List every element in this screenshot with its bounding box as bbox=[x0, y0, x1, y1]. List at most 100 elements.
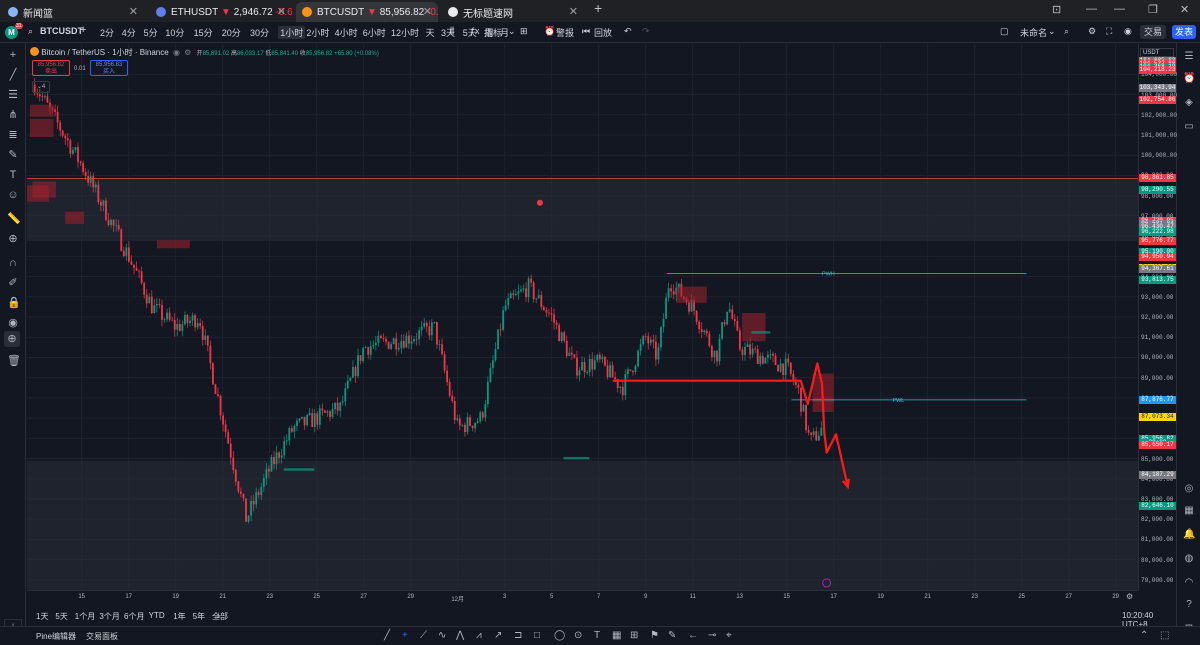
range-button-5[interactable]: YTD bbox=[149, 611, 165, 620]
close-icon[interactable]: ✕ bbox=[129, 5, 138, 18]
table-icon[interactable]: ▦ bbox=[612, 630, 621, 641]
fib-icon[interactable]: ≣ bbox=[7, 129, 19, 141]
brush-icon[interactable]: ✎ bbox=[7, 149, 19, 161]
horizontal-lines-icon[interactable]: ☰ bbox=[7, 89, 19, 101]
magnet-icon[interactable]: ∩ bbox=[7, 257, 19, 269]
redo-icon[interactable]: ↷ bbox=[642, 26, 650, 37]
range-button-0[interactable]: 1天 bbox=[36, 611, 48, 622]
undo-icon[interactable]: ↶ bbox=[624, 26, 632, 37]
fullscreen-icon[interactable]: ⛶ bbox=[1106, 26, 1112, 37]
pattern-icon[interactable]: ⩘ bbox=[476, 630, 482, 641]
close-window-icon[interactable]: ✕ bbox=[1180, 3, 1189, 16]
flag-icon[interactable]: ⚑ bbox=[650, 630, 659, 641]
collapse-indicators-button[interactable]: ⌄4 bbox=[32, 81, 50, 93]
target-icon[interactable]: ◎ bbox=[1183, 483, 1195, 495]
layers-icon[interactable]: ◈ bbox=[1183, 97, 1195, 109]
rectangle-icon[interactable]: □ bbox=[534, 630, 540, 641]
close-icon[interactable]: ✕ bbox=[277, 5, 286, 18]
wave-icon[interactable]: ∿ bbox=[438, 630, 446, 641]
range-button-1[interactable]: 5天 bbox=[55, 611, 67, 622]
trendline-icon[interactable]: ╱ bbox=[7, 69, 19, 81]
zoom-icon[interactable]: ⊕ bbox=[7, 233, 19, 245]
search-icon[interactable]: ⌕ bbox=[28, 26, 33, 37]
interval-2[interactable]: 5分 bbox=[144, 26, 158, 39]
chevron-down-icon[interactable]: ⌄ bbox=[1048, 26, 1056, 37]
path-icon[interactable]: ⟋ bbox=[420, 630, 427, 641]
web-icon[interactable]: ⊕ bbox=[4, 331, 20, 347]
interval-12[interactable]: 天 bbox=[426, 26, 435, 39]
quick-search-icon[interactable]: ⌕ bbox=[1064, 26, 1069, 37]
arrow-icon[interactable]: ↗ bbox=[494, 630, 502, 641]
measure-icon[interactable]: ⊐ bbox=[514, 630, 522, 641]
podcast-icon[interactable]: ◍ bbox=[1183, 553, 1195, 565]
minimize-icon[interactable]: — bbox=[1086, 3, 1097, 15]
collapse-panel-icon[interactable]: ⌃ bbox=[1140, 630, 1148, 641]
sell-button[interactable]: 85,956.82 卖出 bbox=[32, 60, 70, 76]
pine-editor-tab[interactable]: Pine编辑器 bbox=[36, 631, 76, 642]
buy-button[interactable]: 85,956.83 买入 bbox=[90, 60, 128, 76]
restore-window-icon[interactable]: ❐ bbox=[1148, 3, 1158, 16]
close-icon[interactable]: ✕ bbox=[423, 5, 432, 18]
grid-icon[interactable]: ⊞ bbox=[630, 630, 638, 641]
horizontal-line-icon[interactable]: ⊸ bbox=[708, 630, 716, 641]
interval-6[interactable]: 30分 bbox=[250, 26, 269, 39]
compare-symbol-button[interactable]: + bbox=[80, 24, 86, 36]
symbol-search[interactable]: BTCUSDT bbox=[40, 26, 83, 36]
price-chart[interactable]: PWH PWL bbox=[27, 44, 1138, 590]
interval-9[interactable]: 4小时 bbox=[335, 26, 358, 39]
lock-icon[interactable]: 🔒 bbox=[7, 297, 21, 309]
interval-0[interactable]: 2分 bbox=[100, 26, 114, 39]
settings-icon[interactable]: ⚙ bbox=[1126, 592, 1133, 601]
time-axis[interactable]: 15 17 19 21 23 25 27 29 12月 3 5 7 9 11 13 15 17 19 21 23 25 2… bbox=[27, 590, 1138, 606]
snapshot-icon[interactable]: ◉ bbox=[1124, 26, 1132, 37]
circle-icon[interactable]: ◯ bbox=[554, 630, 565, 641]
interval-1[interactable]: 4分 bbox=[122, 26, 136, 39]
browser-tab-untitled[interactable]: 无标题速网 ✕ bbox=[442, 2, 584, 22]
trade-button[interactable]: 交易 bbox=[1140, 25, 1166, 39]
pen-icon[interactable]: ╱ bbox=[384, 630, 390, 641]
range-button-3[interactable]: 3个月 bbox=[99, 611, 119, 622]
text-icon[interactable]: T bbox=[594, 630, 600, 641]
indicators-button[interactable]: 指标 bbox=[484, 26, 502, 39]
publish-button[interactable]: 发表 bbox=[1172, 25, 1196, 39]
layout-name[interactable]: 未命名 bbox=[1020, 26, 1047, 39]
watchlist-icon[interactable]: ☰ bbox=[1183, 51, 1195, 63]
eye-icon[interactable]: ◉ bbox=[173, 48, 180, 57]
interval-3[interactable]: 10分 bbox=[165, 26, 184, 39]
price-axis[interactable]: USDT 79,000.00 80,000.00 81,000.00 82,000.0… bbox=[1138, 44, 1177, 590]
bell-icon[interactable]: 🔔 bbox=[1183, 529, 1195, 541]
stream-icon[interactable]: ◠ bbox=[1183, 577, 1195, 589]
maximize-panel-icon[interactable]: ⬚ bbox=[1160, 630, 1169, 641]
new-tab-button[interactable]: + bbox=[594, 0, 602, 16]
chart-type-icon[interactable]: ⫼ bbox=[450, 26, 454, 37]
browser-tab-ethusdt[interactable]: ETHUSDT ▼ 2,946.72 -0.61% ✕ bbox=[150, 2, 292, 22]
currency-selector[interactable]: USDT bbox=[1140, 48, 1174, 57]
interval-4[interactable]: 15分 bbox=[194, 26, 213, 39]
eye-icon[interactable]: ◉ bbox=[7, 317, 19, 329]
chevron-down-icon[interactable]: ⌄ bbox=[508, 26, 516, 37]
templates-icon[interactable]: ⊞ bbox=[520, 26, 528, 37]
ruler-icon[interactable]: 📏 bbox=[7, 213, 21, 225]
gear-icon[interactable]: ⚙ bbox=[184, 48, 191, 57]
brush-icon[interactable]: ✎ bbox=[668, 630, 676, 641]
settings-icon[interactable]: ⚙ bbox=[1088, 26, 1096, 37]
crosshair-icon[interactable]: + bbox=[402, 630, 408, 641]
alerts-icon[interactable]: ⏰ bbox=[1183, 73, 1195, 85]
trash-icon[interactable]: 🗑 bbox=[7, 355, 21, 367]
range-button-2[interactable]: 1个月 bbox=[75, 611, 95, 622]
trading-panel-tab[interactable]: 交易面板 bbox=[86, 631, 118, 642]
close-icon[interactable]: ✕ bbox=[569, 5, 578, 18]
emoji-icon[interactable]: ☺ bbox=[7, 189, 19, 201]
interval-5[interactable]: 20分 bbox=[222, 26, 241, 39]
interval-11[interactable]: 12小时 bbox=[391, 26, 419, 39]
location-icon[interactable]: ⌖ bbox=[726, 630, 732, 641]
range-button-7[interactable]: 5年 bbox=[193, 611, 205, 622]
arrow-left-icon[interactable]: ← bbox=[688, 630, 698, 641]
cast-icon[interactable]: ⊡ bbox=[1052, 3, 1061, 16]
replay-button[interactable]: 回放 bbox=[594, 26, 612, 39]
range-button-6[interactable]: 1年 bbox=[173, 611, 185, 622]
crosshair-icon[interactable]: + bbox=[7, 49, 19, 61]
interval-10[interactable]: 6小时 bbox=[363, 26, 386, 39]
date-range-icon[interactable]: ⤓ bbox=[217, 611, 221, 621]
interval-8[interactable]: 2小时 bbox=[306, 26, 329, 39]
